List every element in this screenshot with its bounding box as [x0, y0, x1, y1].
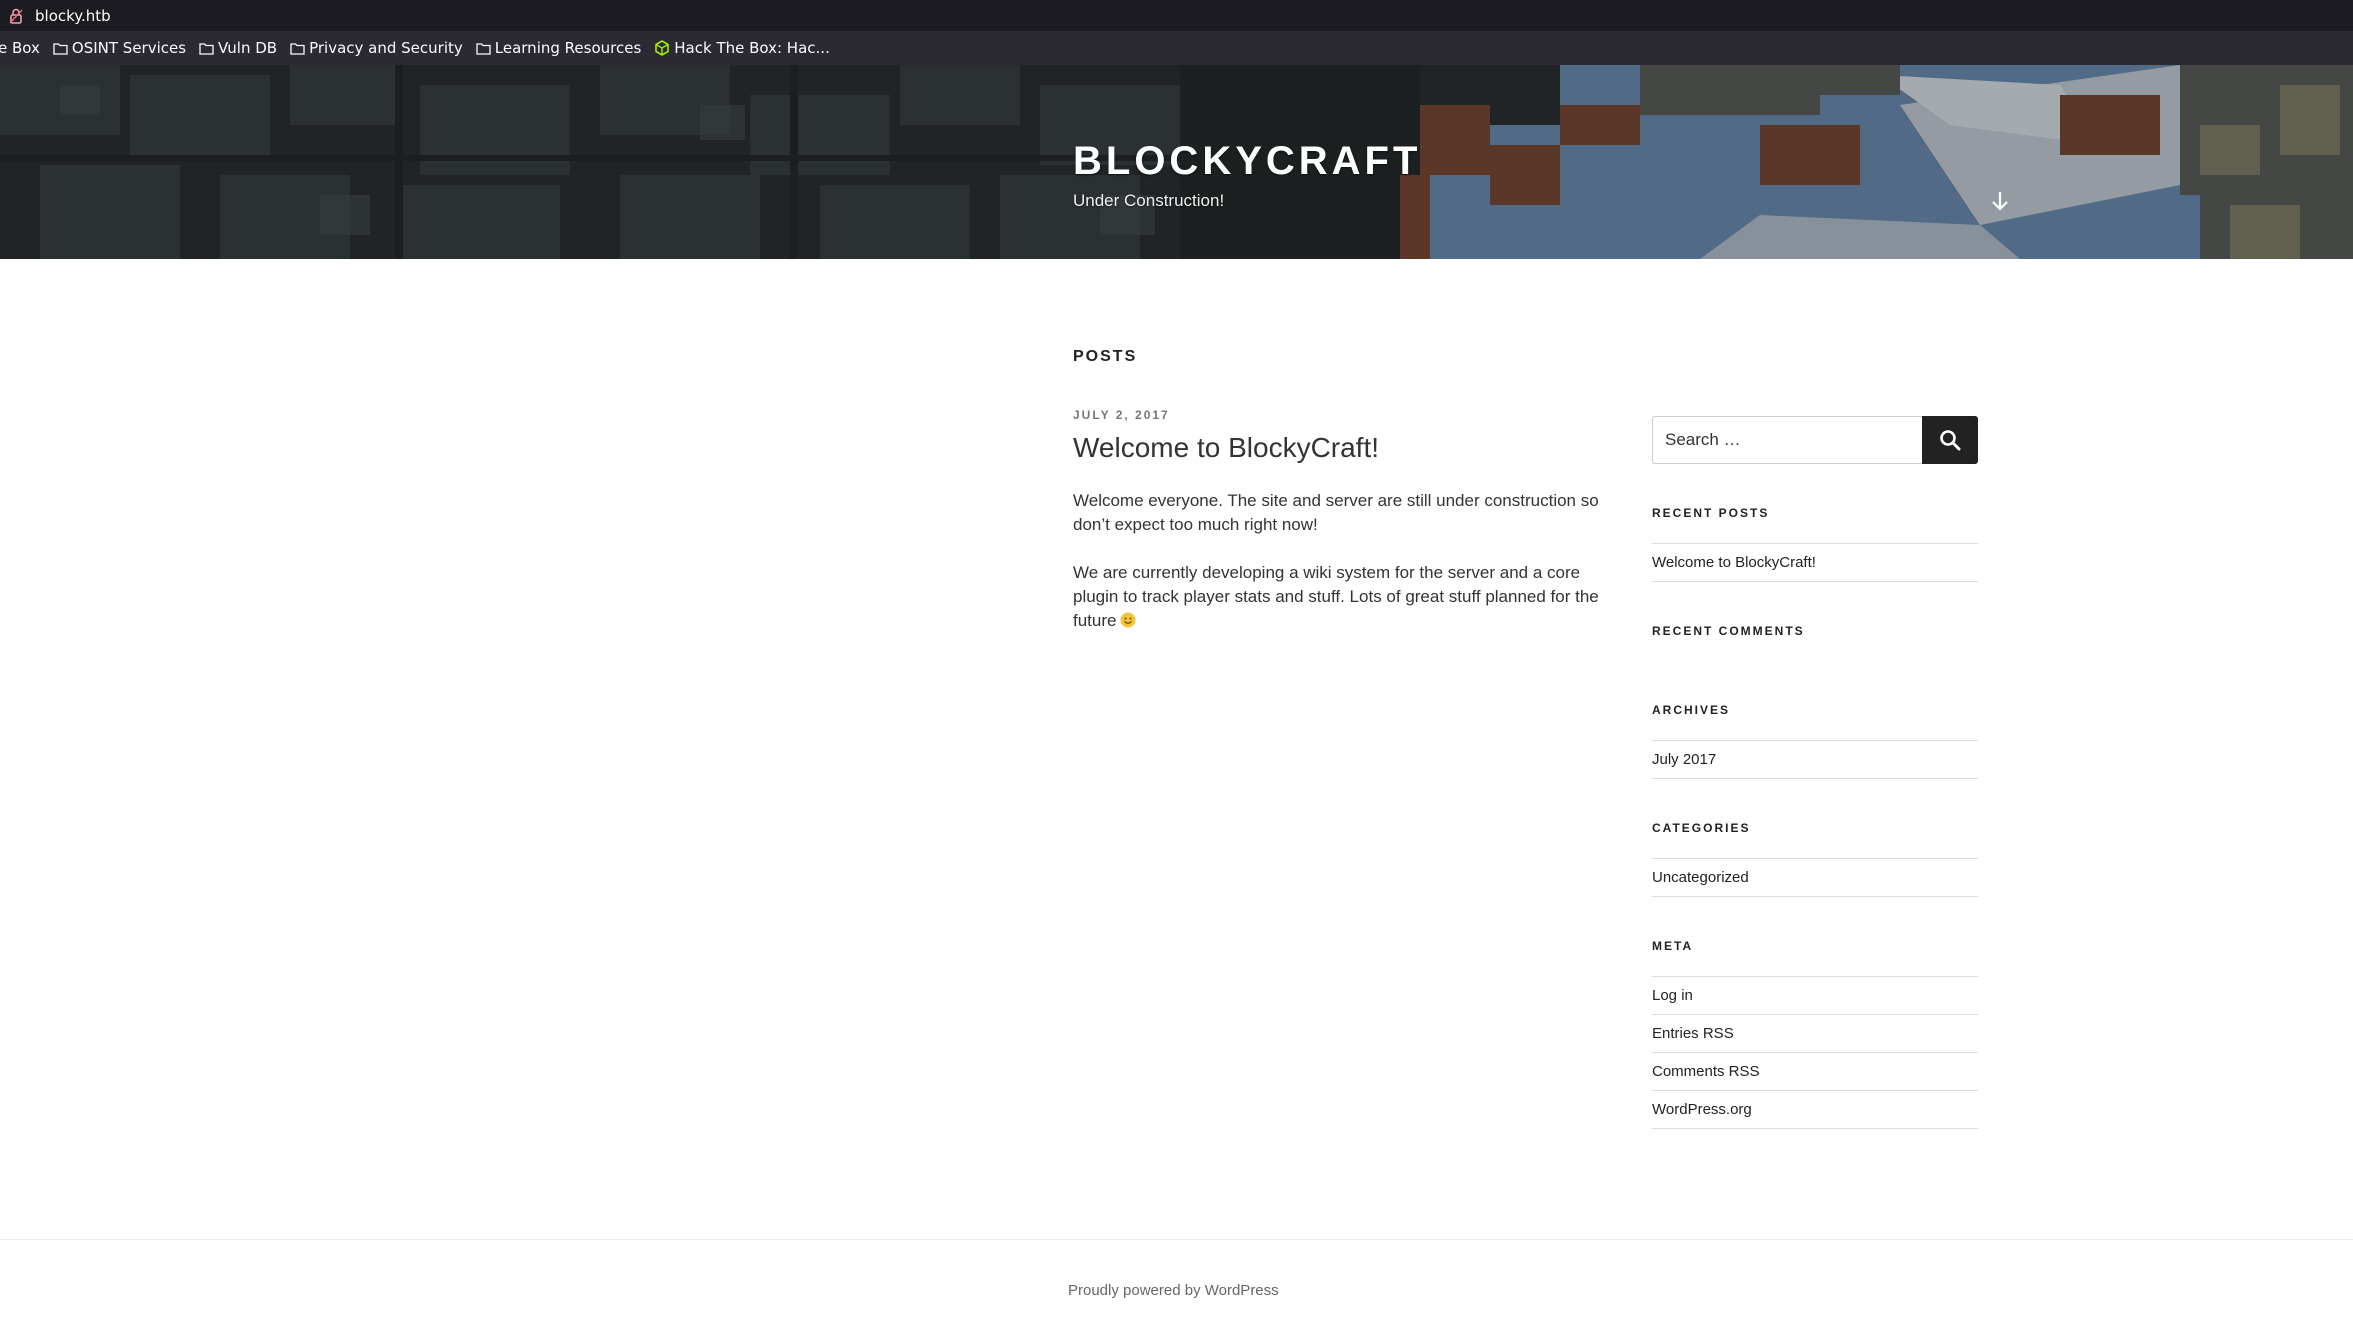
bookmark-label: Hack The Box: Hac...: [674, 39, 830, 57]
widget-title-archives: ARCHIVES: [1652, 703, 1731, 717]
page-title: POSTS: [1073, 348, 1138, 365]
footer-divider: [0, 1239, 2353, 1240]
footer-credit-link[interactable]: Proudly powered by WordPress: [1068, 1282, 1279, 1299]
hackthebox-icon: [655, 40, 670, 56]
archives-list: July 2017: [1652, 740, 1978, 779]
widget-title-recent-comments: RECENT COMMENTS: [1652, 624, 1805, 638]
site-title[interactable]: BLOCKYCRAFT: [1073, 141, 1421, 181]
smiley-icon: [1120, 612, 1136, 628]
post-article: JULY 2, 2017 Welcome to BlockyCraft! Wel…: [1073, 408, 1613, 633]
list-item[interactable]: July 2017: [1652, 741, 1978, 779]
meta-login-link[interactable]: Log in: [1652, 977, 1978, 1015]
meta-entries-rss-link[interactable]: Entries RSS: [1652, 1015, 1978, 1053]
search-icon: [1940, 430, 1961, 451]
recent-posts-list: Welcome to BlockyCraft!: [1652, 543, 1978, 582]
search-form: [1652, 416, 1978, 464]
meta-comments-rss-link[interactable]: Comments RSS: [1652, 1053, 1978, 1091]
site-description: Under Construction!: [1073, 191, 1225, 210]
folder-icon: [199, 42, 214, 55]
meta-list: Log in Entries RSS Comments RSS WordPres…: [1652, 976, 1978, 1129]
folder-icon: [290, 42, 305, 55]
bookmark-folder-vulndb[interactable]: Vuln DB: [199, 39, 277, 57]
browser-url-bar[interactable]: blocky.htb: [0, 0, 2353, 31]
arrow-down-icon[interactable]: [1989, 189, 2011, 213]
categories-list: Uncategorized: [1652, 858, 1978, 897]
bookmark-label: e Box: [0, 39, 40, 57]
bookmarks-toolbar: e Box OSINT Services Vuln DB Privacy and…: [0, 31, 2353, 66]
url-text[interactable]: blocky.htb: [35, 7, 111, 25]
meta-wordpress-link[interactable]: WordPress.org: [1652, 1091, 1978, 1129]
widget-title-recent-posts: RECENT POSTS: [1652, 506, 1770, 520]
post-paragraph-text: We are currently developing a wiki syste…: [1073, 562, 1599, 630]
bookmark-label: OSINT Services: [71, 39, 187, 57]
search-input[interactable]: [1652, 416, 1922, 464]
list-item[interactable]: Uncategorized: [1652, 859, 1978, 897]
post-paragraph-2: We are currently developing a wiki syste…: [1073, 561, 1613, 633]
widget-title-meta: META: [1652, 939, 1694, 953]
search-button[interactable]: [1922, 416, 1978, 464]
folder-icon: [476, 42, 491, 55]
post-title[interactable]: Welcome to BlockyCraft!: [1073, 431, 1613, 465]
sidebar: RECENT POSTS Welcome to BlockyCraft! REC…: [1652, 416, 1978, 1129]
folder-icon: [53, 42, 68, 55]
bookmark-label: Privacy and Security: [309, 39, 463, 57]
bookmark-folder-osint[interactable]: OSINT Services: [53, 39, 186, 57]
bookmark-label: Learning Resources: [494, 39, 642, 57]
post-date[interactable]: JULY 2, 2017: [1073, 408, 1613, 422]
bookmark-hackthebox[interactable]: Hack The Box: Hac...: [654, 39, 830, 57]
widget-title-categories: CATEGORIES: [1652, 821, 1751, 835]
bookmark-folder-learning[interactable]: Learning Resources: [476, 39, 642, 57]
post-paragraph: Welcome everyone. The site and server ar…: [1073, 490, 1599, 534]
site-header: BLOCKYCRAFT Under Construction!: [0, 65, 2353, 259]
site-branding: BLOCKYCRAFT Under Construction!: [1073, 141, 1421, 211]
bookmark-item[interactable]: e Box: [0, 39, 40, 57]
bookmark-folder-privacy[interactable]: Privacy and Security: [290, 39, 463, 57]
list-item[interactable]: Welcome to BlockyCraft!: [1652, 544, 1978, 582]
bookmark-label: Vuln DB: [218, 39, 278, 57]
lock-icon[interactable]: [9, 7, 25, 25]
